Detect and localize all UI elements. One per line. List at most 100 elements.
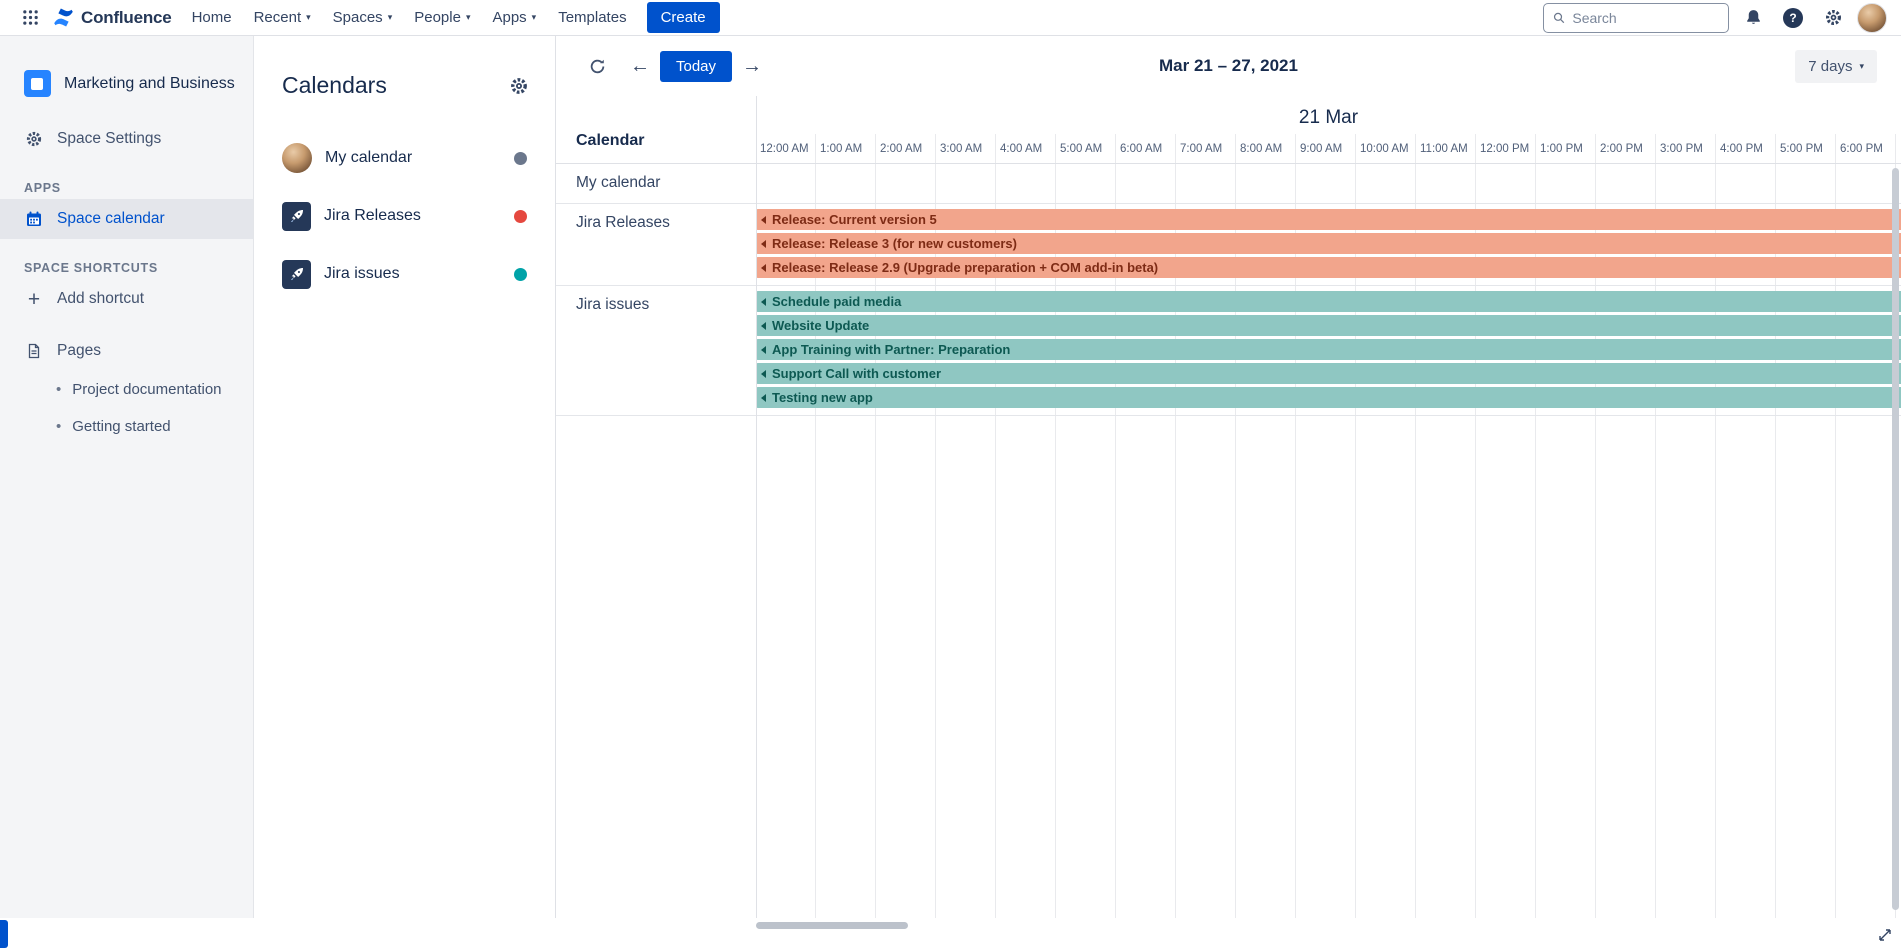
view-selector-label: 7 days (1808, 58, 1852, 75)
sidebar-item-space-settings[interactable]: Space Settings (0, 119, 253, 159)
rocket-icon (282, 260, 311, 289)
sidebar-item-label: Space calendar (57, 210, 165, 228)
calendar-row: My calendar (556, 164, 1901, 204)
calendar-icon (24, 210, 44, 228)
event-continues-left-icon (761, 240, 766, 248)
sidebar-item-pages[interactable]: Pages (0, 331, 253, 371)
nav-item[interactable]: Recent ▾ (244, 2, 321, 33)
event-title: Testing new app (772, 390, 873, 405)
calendar-event[interactable]: Schedule paid media (756, 291, 1901, 312)
calendar-event[interactable]: App Training with Partner: Preparation (756, 339, 1901, 360)
event-title: Support Call with customer (772, 366, 941, 381)
calendar-row-label: Jira issues (556, 286, 756, 415)
space-header[interactable]: Marketing and Business (0, 70, 253, 97)
nav-item[interactable]: Home ▾ (182, 2, 242, 33)
sidebar-item-space-calendar[interactable]: Space calendar (0, 199, 253, 239)
brand-name: Confluence (81, 8, 172, 28)
chevron-down-icon: ▾ (1859, 62, 1864, 71)
avatar-icon (282, 143, 312, 173)
time-label: 12:00 PM (1476, 134, 1536, 163)
today-button[interactable]: Today (660, 51, 732, 82)
calendar-list-item[interactable]: Jira Releases (282, 187, 529, 245)
search-icon (1553, 11, 1565, 25)
primary-nav: Home ▾ Recent ▾ Spaces ▾ People ▾ Apps ▾… (182, 2, 637, 33)
confluence-logo[interactable]: Confluence (52, 6, 172, 29)
calendar-main: ← Today → Mar 21 – 27, 2021 7 days ▾ Cal… (556, 36, 1901, 948)
calendar-event[interactable]: Release: Release 2.9 (Upgrade preparatio… (756, 257, 1901, 278)
nav-item-label: Recent (254, 9, 302, 26)
calendar-list-item[interactable]: Jira issues (282, 245, 529, 303)
resize-handle[interactable] (1876, 926, 1894, 944)
nav-item[interactable]: Templates ▾ (548, 2, 636, 33)
vertical-scrollbar[interactable] (1892, 168, 1899, 910)
notifications-icon[interactable] (1737, 2, 1769, 34)
calendar-row-label: My calendar (556, 164, 756, 203)
calendar-grid: Calendar 21 Mar 12:00 AM1:00 AM2:00 AM3:… (556, 96, 1901, 918)
create-button[interactable]: Create (647, 2, 720, 33)
time-label: 8:00 AM (1236, 134, 1296, 163)
calendar-column-header: Calendar (556, 96, 756, 163)
calendar-color-dot[interactable] (514, 210, 527, 223)
bullet-icon: • (56, 418, 61, 435)
calendar-name: Jira Releases (324, 207, 501, 225)
search-input[interactable] (1572, 10, 1719, 26)
refresh-icon[interactable] (580, 49, 614, 83)
calendar-event[interactable]: Support Call with customer (756, 363, 1901, 384)
calendar-list-item[interactable]: My calendar (282, 129, 529, 187)
previous-week-arrow[interactable]: ← (624, 50, 656, 82)
page-link[interactable]: • Project documentation (0, 371, 253, 408)
event-continues-left-icon (761, 322, 766, 330)
page-link[interactable]: • Getting started (0, 408, 253, 445)
nav-item[interactable]: Spaces ▾ (323, 2, 403, 33)
event-title: Release: Release 2.9 (Upgrade preparatio… (772, 260, 1158, 275)
page-link-label: Project documentation (72, 381, 221, 398)
sidebar-item-add-shortcut[interactable]: + Add shortcut (0, 279, 253, 319)
sidebar-section-shortcuts: SPACE SHORTCUTS (24, 261, 253, 275)
calendar-color-dot[interactable] (514, 152, 527, 165)
plus-icon: + (24, 289, 44, 310)
time-label: 11:00 AM (1416, 134, 1476, 163)
chevron-down-icon: ▾ (532, 13, 537, 22)
calendar-row-label: Jira Releases (556, 204, 756, 285)
sidebar-section-apps: APPS (24, 181, 253, 195)
nav-item[interactable]: People ▾ (404, 2, 480, 33)
calendar-event[interactable]: Release: Release 3 (for new customers) (756, 233, 1901, 254)
calendar-color-dot[interactable] (514, 268, 527, 281)
search-box[interactable] (1543, 3, 1729, 33)
time-label: 1:00 PM (1536, 134, 1596, 163)
help-icon[interactable]: ? (1777, 2, 1809, 34)
calendar-row-events: Schedule paid media Website Update App T… (756, 286, 1901, 415)
view-selector[interactable]: 7 days ▾ (1795, 50, 1877, 83)
next-week-arrow[interactable]: → (736, 50, 768, 82)
chevron-down-icon: ▾ (306, 13, 311, 22)
calendars-settings-gear-icon[interactable] (509, 76, 529, 96)
chevron-down-icon: ▾ (388, 13, 393, 22)
sidebar-collapse-rail[interactable] (0, 920, 8, 948)
nav-item-label: Templates (558, 9, 626, 26)
nav-item[interactable]: Apps ▾ (482, 2, 546, 33)
space-name: Marketing and Business (64, 75, 235, 93)
time-label: 12:00 AM (756, 134, 816, 163)
date-range-label: Mar 21 – 27, 2021 (1159, 56, 1298, 76)
horizontal-scrollbar[interactable] (756, 922, 908, 929)
nav-item-label: Spaces (333, 9, 383, 26)
calendars-panel-title: Calendars (282, 72, 387, 99)
calendar-event[interactable]: Release: Current version 5 (756, 209, 1901, 230)
time-label: 9:00 AM (1296, 134, 1356, 163)
calendars-list: My calendar Jira Releases (282, 129, 529, 303)
user-avatar[interactable] (1857, 3, 1887, 33)
calendar-grid-header: Calendar 21 Mar 12:00 AM1:00 AM2:00 AM3:… (556, 96, 1901, 164)
space-logo-icon (24, 70, 51, 97)
calendar-name: My calendar (325, 149, 501, 167)
calendar-event[interactable]: Testing new app (756, 387, 1901, 408)
event-continues-left-icon (761, 298, 766, 306)
time-label: 7:00 AM (1176, 134, 1236, 163)
event-title: Release: Release 3 (for new customers) (772, 236, 1017, 251)
app-body: Marketing and Business Space Settings AP… (0, 36, 1901, 948)
calendar-event[interactable]: Website Update (756, 315, 1901, 336)
event-title: App Training with Partner: Preparation (772, 342, 1010, 357)
app-switcher-icon[interactable] (14, 2, 46, 34)
event-continues-left-icon (761, 370, 766, 378)
settings-gear-icon[interactable] (1817, 2, 1849, 34)
time-label: 4:00 AM (996, 134, 1056, 163)
